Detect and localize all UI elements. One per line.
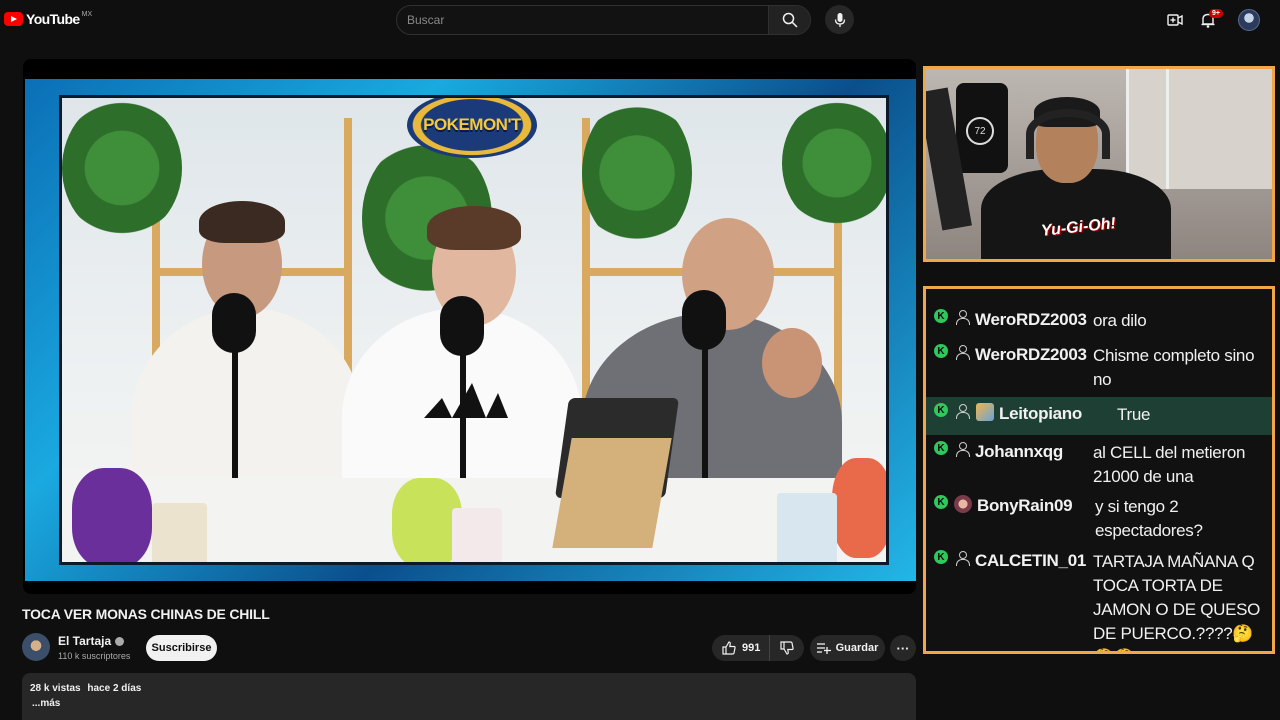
background-shelf xyxy=(1126,69,1272,189)
plant xyxy=(62,98,182,238)
user-icon xyxy=(954,550,970,566)
trading-card xyxy=(777,493,837,562)
description-meta: 28 k vistas hace 2 días xyxy=(30,683,908,694)
mic-icon xyxy=(834,12,845,27)
subscribe-button[interactable]: Suscribirse xyxy=(146,635,217,661)
chat-username: CALCETIN_01 xyxy=(975,551,1087,570)
jersey-number: 72 xyxy=(966,117,994,145)
voice-search-button[interactable] xyxy=(825,5,854,34)
microphone xyxy=(212,293,256,353)
verified-icon xyxy=(115,637,125,647)
thumbs-down-icon xyxy=(780,641,794,655)
create-icon xyxy=(1167,14,1183,26)
notification-badge: 9+ xyxy=(1209,9,1223,18)
youtube-logo[interactable]: YouTube MX xyxy=(4,11,92,27)
publish-date: hace 2 días xyxy=(87,683,142,694)
purple-plush xyxy=(72,468,152,562)
chat-message: K BonyRain09 y si tengo 2 espectadores? xyxy=(926,495,1272,543)
search-button[interactable] xyxy=(768,6,810,34)
like-button[interactable]: 991 xyxy=(712,635,770,661)
top-bar: YouTube MX 9+ xyxy=(0,0,1280,42)
chat-message: K Johannxqg al CELL del metieron 21000 d… xyxy=(926,441,1272,489)
description-box[interactable]: 28 k vistas hace 2 días ...más xyxy=(22,673,916,720)
webcam-overlay: 72 Yu-Gi-Oh! xyxy=(923,66,1275,262)
video-title: TOCA VER MONAS CHINAS DE CHILL xyxy=(22,606,270,622)
chat-text: al CELL del metieron 21000 de una xyxy=(1093,443,1246,486)
person-right-hand xyxy=(762,328,822,398)
channel-name[interactable]: El Tartaja xyxy=(58,634,111,648)
video-player[interactable]: POKEMON'T xyxy=(23,59,916,594)
tablet-stand xyxy=(552,438,672,548)
chat-text: Chisme completo sino no xyxy=(1093,346,1255,389)
kick-icon: K xyxy=(934,550,948,564)
kick-icon: K xyxy=(934,441,948,455)
trading-card xyxy=(152,503,207,562)
save-button[interactable]: Guardar xyxy=(810,635,885,661)
kick-icon: K xyxy=(934,403,948,417)
chat-username: Leitopiano xyxy=(999,404,1082,423)
headphones xyxy=(1026,109,1110,159)
chat-message: K WeroRDZ2003 ora dilo xyxy=(926,309,1272,333)
chat-username: WeroRDZ2003 xyxy=(975,345,1087,364)
chat-username: BonyRain09 xyxy=(977,496,1073,515)
mic-stand xyxy=(702,348,708,488)
stream-frame: POKEMON'T xyxy=(25,79,916,581)
view-count: 28 k vistas xyxy=(30,683,81,694)
plant xyxy=(582,98,692,248)
orange-plush xyxy=(832,458,886,558)
person-middle-hair xyxy=(427,206,521,250)
save-label: Guardar xyxy=(835,642,879,654)
description-more-link[interactable]: ...más xyxy=(32,698,908,709)
logo-country-code: MX xyxy=(81,10,93,18)
subscriber-count: 110 k suscriptores xyxy=(58,651,131,661)
chat-text: ora dilo xyxy=(1093,311,1147,330)
custom-avatar xyxy=(976,403,994,421)
custom-avatar xyxy=(954,495,972,513)
chat-text: y si tengo 2 espectadores? xyxy=(1095,497,1203,540)
search-icon xyxy=(782,12,798,28)
search-input[interactable] xyxy=(397,6,770,34)
logo-text: YouTube xyxy=(26,11,80,27)
dislike-button[interactable] xyxy=(770,635,804,661)
user-icon xyxy=(954,309,970,325)
user-icon xyxy=(954,403,970,419)
like-dislike-group: 991 xyxy=(712,635,804,661)
kick-icon: K xyxy=(934,495,948,509)
playlist-add-icon xyxy=(816,643,831,654)
mic-stand xyxy=(232,348,238,488)
user-icon xyxy=(954,441,970,457)
account-avatar[interactable] xyxy=(1238,9,1260,31)
trading-card xyxy=(452,508,502,562)
kick-icon: K xyxy=(934,344,948,358)
create-button[interactable] xyxy=(1164,9,1186,31)
search-box xyxy=(396,5,811,35)
chat-message: K WeroRDZ2003 Chisme completo sino no xyxy=(926,344,1272,392)
more-actions-button[interactable]: ··· xyxy=(890,635,916,661)
chat-text: TARTAJA MAÑANA Q TOCA TORTA DE JAMON O D… xyxy=(1093,552,1261,651)
video-scene: POKEMON'T xyxy=(59,95,889,565)
chat-username: Johannxqg xyxy=(975,442,1063,461)
streamer-shirt xyxy=(981,169,1171,259)
mic-stand xyxy=(460,353,466,488)
microphone xyxy=(440,296,484,356)
chat-message-highlighted: K Leitopiano True xyxy=(926,397,1272,435)
user-icon xyxy=(954,344,970,360)
kick-icon: K xyxy=(934,309,948,323)
channel-avatar[interactable] xyxy=(22,633,50,661)
chat-message: K CALCETIN_01 TARTAJA MAÑANA Q TOCA TORT… xyxy=(926,550,1272,651)
channel-name-row[interactable]: El Tartaja xyxy=(58,634,125,648)
chat-text: True xyxy=(1117,405,1151,424)
show-logo: POKEMON'T xyxy=(407,98,537,158)
adidas-logo xyxy=(424,383,508,418)
youtube-play-icon xyxy=(4,12,23,26)
like-count: 991 xyxy=(742,642,761,654)
thumbs-up-icon xyxy=(722,641,736,655)
microphone xyxy=(682,290,726,350)
plant xyxy=(782,98,886,228)
chat-username: WeroRDZ2003 xyxy=(975,310,1087,329)
person-left-hair xyxy=(199,201,285,243)
chat-overlay: K WeroRDZ2003 ora dilo K WeroRDZ2003 Chi… xyxy=(923,286,1275,654)
